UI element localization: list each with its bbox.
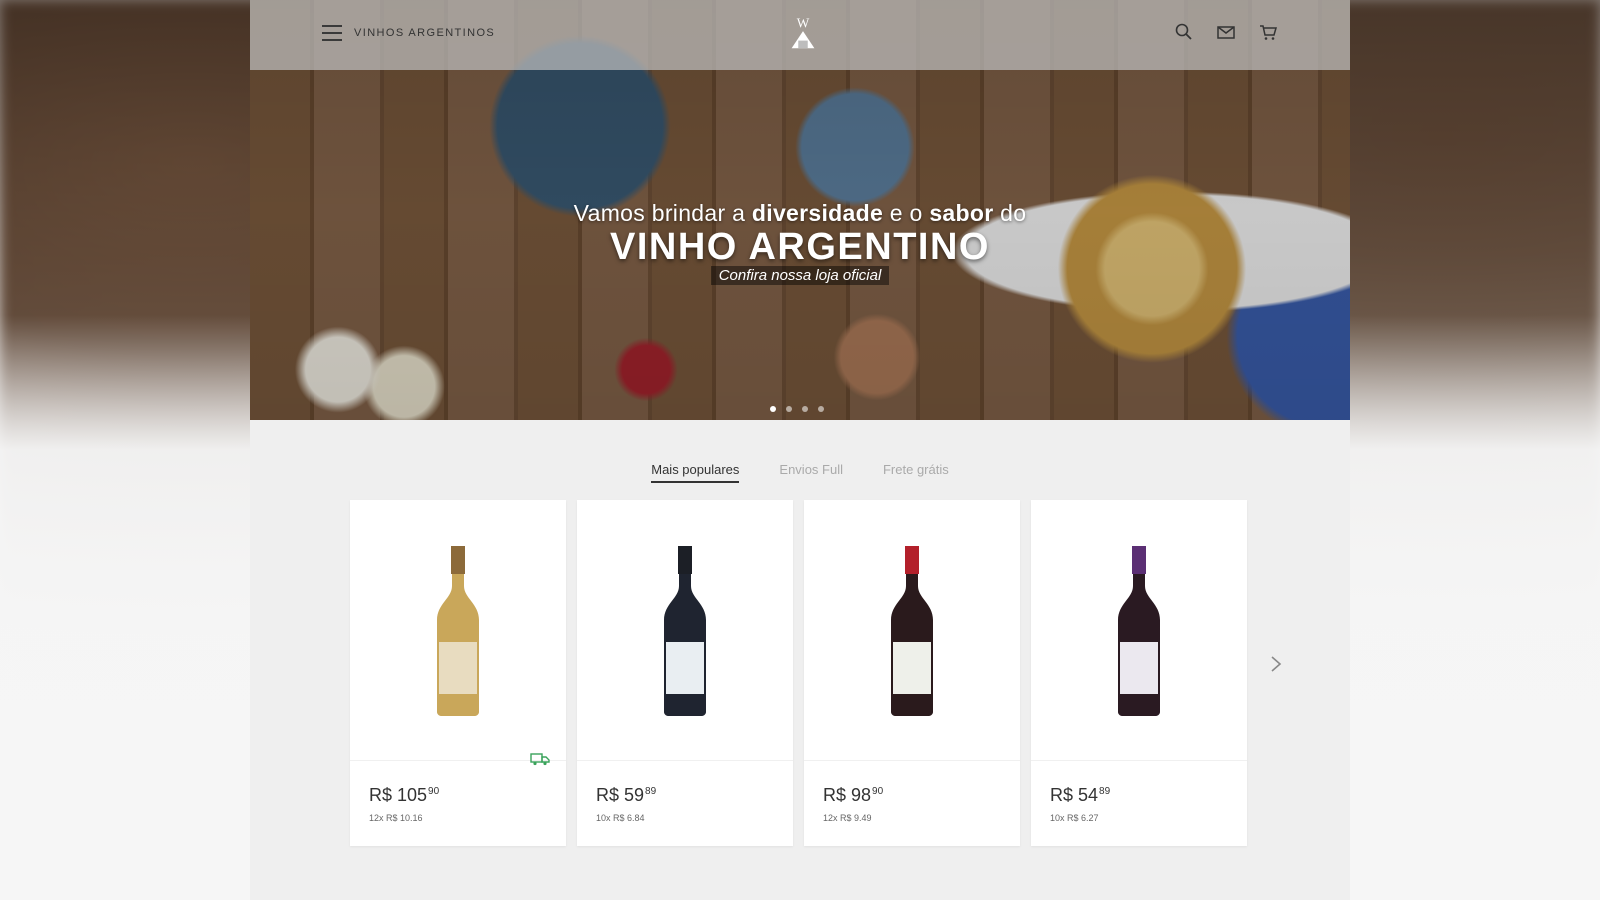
price-cents: 89	[645, 786, 657, 797]
wine-bottle-icon	[437, 546, 479, 716]
hero-title: VINHO ARGENTINO	[610, 226, 990, 268]
carousel-dots	[770, 406, 824, 412]
price-integer: R$ 98	[823, 785, 872, 805]
chevron-right-icon[interactable]	[1268, 654, 1284, 674]
product-card[interactable]: R$ 9890 12x R$ 9.49	[804, 500, 1020, 846]
wine-store-logo-icon[interactable]: W	[784, 14, 822, 52]
background-fade-left	[0, 0, 250, 900]
top-header: VINHOS ARGENTINOS W	[250, 0, 1350, 70]
hero-tagline: Vamos brindar a diversidade e o sabor do	[573, 200, 1027, 226]
price-cents: 90	[872, 786, 884, 797]
price-cents: 89	[1099, 786, 1111, 797]
product-price: R$ 9890	[823, 785, 883, 806]
installment-text: 10x R$ 6.27	[1050, 813, 1099, 823]
product-image[interactable]	[1031, 500, 1247, 761]
price-integer: R$ 54	[1050, 785, 1099, 805]
installment-text: 12x R$ 9.49	[823, 813, 872, 823]
wine-bottle-icon	[664, 546, 706, 716]
product-tabs: Mais populares Envios Full Frete grátis	[250, 462, 1350, 483]
price-cents: 90	[428, 786, 440, 797]
product-image[interactable]	[804, 500, 1020, 761]
svg-text:W: W	[797, 15, 810, 30]
product-price: R$ 10590	[369, 785, 439, 806]
search-icon[interactable]	[1174, 22, 1194, 42]
product-carousel: R$ 10590 12x R$ 10.16 R$ 5989 10x R$ 6.84 R$…	[350, 500, 1247, 846]
carousel-dot[interactable]	[770, 406, 776, 412]
price-integer: R$ 59	[596, 785, 645, 805]
cart-icon[interactable]	[1258, 22, 1278, 42]
price-integer: R$ 105	[369, 785, 428, 805]
product-card[interactable]: R$ 5989 10x R$ 6.84	[577, 500, 793, 846]
installment-text: 10x R$ 6.84	[596, 813, 645, 823]
carousel-dot[interactable]	[818, 406, 824, 412]
carousel-dot[interactable]	[802, 406, 808, 412]
delivery-truck-icon	[530, 753, 550, 766]
product-image[interactable]	[577, 500, 793, 761]
header-actions	[1174, 22, 1278, 42]
background-fade-right	[1350, 0, 1600, 900]
product-card[interactable]: R$ 5489 10x R$ 6.27	[1031, 500, 1247, 846]
installment-text: 12x R$ 10.16	[369, 813, 423, 823]
tab-mais-populares[interactable]: Mais populares	[651, 462, 740, 483]
product-price: R$ 5489	[1050, 785, 1110, 806]
hero-banner[interactable]: VINHOS ARGENTINOS W Vamos brindar a dive…	[250, 0, 1350, 420]
wine-bottle-icon	[891, 546, 933, 716]
product-card[interactable]: R$ 10590 12x R$ 10.16	[350, 500, 566, 846]
hamburger-menu-icon[interactable]	[322, 25, 342, 41]
product-price: R$ 5989	[596, 785, 656, 806]
hero-subtitle: Confira nossa loja oficial	[250, 266, 1350, 285]
wine-bottle-icon	[1118, 546, 1160, 716]
tab-frete-gratis[interactable]: Frete grátis	[883, 462, 949, 483]
carousel-dot[interactable]	[786, 406, 792, 412]
brand-name[interactable]: VINHOS ARGENTINOS	[354, 27, 495, 39]
tab-envios-full[interactable]: Envios Full	[779, 462, 843, 483]
product-image[interactable]	[350, 500, 566, 761]
mail-icon[interactable]	[1216, 22, 1236, 42]
store-page: VINHOS ARGENTINOS W Vamos brindar a dive…	[250, 0, 1350, 900]
